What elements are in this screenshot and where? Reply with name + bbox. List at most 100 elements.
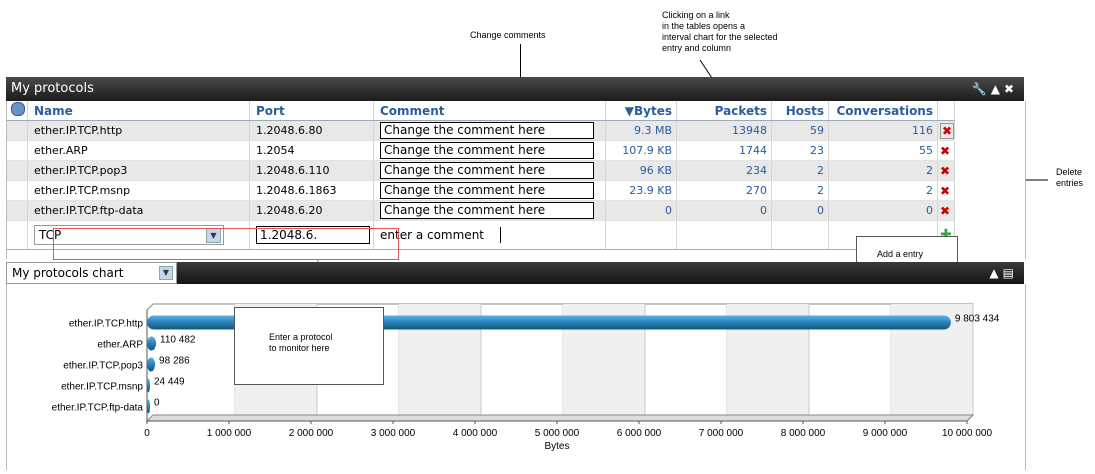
column-header-packets[interactable]: Packets xyxy=(676,101,772,121)
annotation-line: Enter a protocol xyxy=(269,332,333,342)
cell-packets-link[interactable]: 1744 xyxy=(676,140,772,161)
empty-cell xyxy=(771,220,829,250)
chart-panel-bar: My protocols chart ▼ ▲▤ xyxy=(6,262,1024,284)
restore-icon[interactable]: ▤ xyxy=(1003,266,1018,280)
annotation-line: in the tables opens a xyxy=(662,21,746,31)
x-tick-label: 7 000 000 xyxy=(699,428,744,439)
table-row: ether.IP.TCP.http 1.2048.6.80 Change the… xyxy=(7,120,956,141)
y-tick-label: ether.IP.TCP.pop3 xyxy=(63,361,143,372)
annotation-clicking-link: Clicking on a link in the tables opens a… xyxy=(662,10,778,54)
cell-hosts-link[interactable]: 2 xyxy=(771,160,829,181)
bar xyxy=(147,357,156,372)
row-spacer xyxy=(7,120,28,141)
column-header-port[interactable]: Port xyxy=(249,101,374,121)
y-tick-label: ether.IP.TCP.http xyxy=(69,319,144,330)
cell-packets-link[interactable]: 13948 xyxy=(676,120,772,141)
cell-hosts-link[interactable]: 2 xyxy=(771,180,829,201)
x-tick-label: 2 000 000 xyxy=(289,428,334,439)
cell-port: 1.2048.6.1863 xyxy=(249,180,374,201)
cell-delete: ✖ xyxy=(937,180,956,201)
row-spacer xyxy=(7,180,28,201)
comment-input[interactable]: Change the comment here xyxy=(380,122,594,139)
table-row: ether.IP.TCP.msnp 1.2048.6.1863 Change t… xyxy=(7,180,956,201)
cell-hosts-link[interactable]: 0 xyxy=(771,200,829,221)
cell-name: ether.ARP xyxy=(27,140,250,161)
table-row: ether.IP.TCP.ftp-data 1.2048.6.20 Change… xyxy=(7,200,956,221)
cell-delete: ✖ xyxy=(937,160,956,181)
cell-conversations-link[interactable]: 2 xyxy=(828,160,938,181)
bar xyxy=(147,336,157,351)
x-tick-label: 0 xyxy=(144,428,150,439)
widget-title-bar: My protocols 🔧▲✖ xyxy=(6,77,1024,101)
cell-comment: Change the comment here xyxy=(373,200,606,221)
annotation-line: to monitor here xyxy=(269,343,330,353)
cell-bytes-link[interactable]: 107.9 KB xyxy=(605,140,677,161)
collapse-icon[interactable]: ▲ xyxy=(989,266,1002,280)
annotation-line: Clicking on a link xyxy=(662,10,730,20)
cell-bytes-link[interactable]: 23.9 KB xyxy=(605,180,677,201)
cell-bytes-link[interactable]: 96 KB xyxy=(605,160,677,181)
cell-packets-link[interactable]: 234 xyxy=(676,160,772,181)
column-chooser[interactable] xyxy=(7,101,28,121)
highlight-box xyxy=(53,228,399,260)
cell-conversations-link[interactable]: 0 xyxy=(828,200,938,221)
delete-icon[interactable]: ✖ xyxy=(940,144,950,158)
chart-select[interactable]: My protocols chart ▼ xyxy=(6,262,177,284)
close-icon[interactable]: ✖ xyxy=(1004,82,1018,96)
cell-name: ether.IP.TCP.msnp xyxy=(27,180,250,201)
delete-icon[interactable]: ✖ xyxy=(940,164,950,178)
comment-input[interactable]: Change the comment here xyxy=(380,182,594,199)
column-header-hosts[interactable]: Hosts xyxy=(771,101,829,121)
cell-bytes-link[interactable]: 9.3 MB xyxy=(605,120,677,141)
bar xyxy=(147,399,150,414)
annotation-line: interval chart for the selected xyxy=(662,32,778,42)
delete-icon[interactable]: ✖ xyxy=(940,122,955,139)
data-label: 110 482 xyxy=(160,335,196,346)
cell-port: 1.2054 xyxy=(249,140,374,161)
column-header-name[interactable]: Name xyxy=(27,101,250,121)
cell-packets-link[interactable]: 270 xyxy=(676,180,772,201)
row-spacer xyxy=(7,200,28,221)
sort-desc-icon: ▼ xyxy=(624,103,634,118)
x-tick-label: 3 000 000 xyxy=(371,428,416,439)
widget-title: My protocols xyxy=(11,81,94,96)
y-tick-label: ether.IP.TCP.ftp-data xyxy=(52,403,144,414)
cell-name: ether.IP.TCP.ftp-data xyxy=(27,200,250,221)
cell-conversations-link[interactable]: 55 xyxy=(828,140,938,161)
x-tick-label: 4 000 000 xyxy=(453,428,498,439)
row-spacer xyxy=(7,220,28,250)
table-row: ether.ARP 1.2054 Change the comment here… xyxy=(7,140,956,161)
cell-conversations-link[interactable]: 116 xyxy=(828,120,938,141)
cell-delete: ✖ xyxy=(937,120,956,141)
x-tick-label: 10 000 000 xyxy=(942,428,992,439)
column-header-comment[interactable]: Comment xyxy=(373,101,606,121)
y-tick-label: ether.ARP xyxy=(97,340,143,351)
cell-comment: Change the comment here xyxy=(373,140,606,161)
cell-packets-link[interactable]: 0 xyxy=(676,200,772,221)
cell-hosts-link[interactable]: 59 xyxy=(771,120,829,141)
settings-icon[interactable] xyxy=(11,102,25,116)
comment-input[interactable]: Change the comment here xyxy=(380,202,594,219)
annotation-change-comments: Change comments xyxy=(470,30,546,40)
row-spacer xyxy=(7,160,28,181)
comment-input[interactable]: Change the comment here xyxy=(380,142,594,159)
cell-comment: Change the comment here xyxy=(373,180,606,201)
chart-area: ether.IP.TCP.http 9 803 434 ether.ARP 110 4… xyxy=(6,284,1026,470)
collapse-icon[interactable]: ▲ xyxy=(991,82,1004,96)
cell-bytes-link[interactable]: 0 xyxy=(605,200,677,221)
annotation-line: Add a entry xyxy=(877,249,924,259)
delete-icon[interactable]: ✖ xyxy=(940,204,950,218)
cell-name: ether.IP.TCP.http xyxy=(27,120,250,141)
column-header-actions xyxy=(937,101,956,121)
column-header-conversations[interactable]: Conversations xyxy=(828,101,938,121)
annotation-delete-entries: Delete entries xyxy=(1056,167,1083,189)
delete-icon[interactable]: ✖ xyxy=(940,184,950,198)
empty-cell xyxy=(605,220,677,250)
comment-input[interactable]: Change the comment here xyxy=(380,162,594,179)
cell-conversations-link[interactable]: 2 xyxy=(828,180,938,201)
cell-hosts-link[interactable]: 23 xyxy=(771,140,829,161)
wrench-icon[interactable]: 🔧 xyxy=(972,82,991,96)
column-header-bytes[interactable]: ▼Bytes xyxy=(605,101,677,121)
chevron-down-icon[interactable]: ▼ xyxy=(159,266,173,280)
data-label: 24 449 xyxy=(154,377,185,388)
